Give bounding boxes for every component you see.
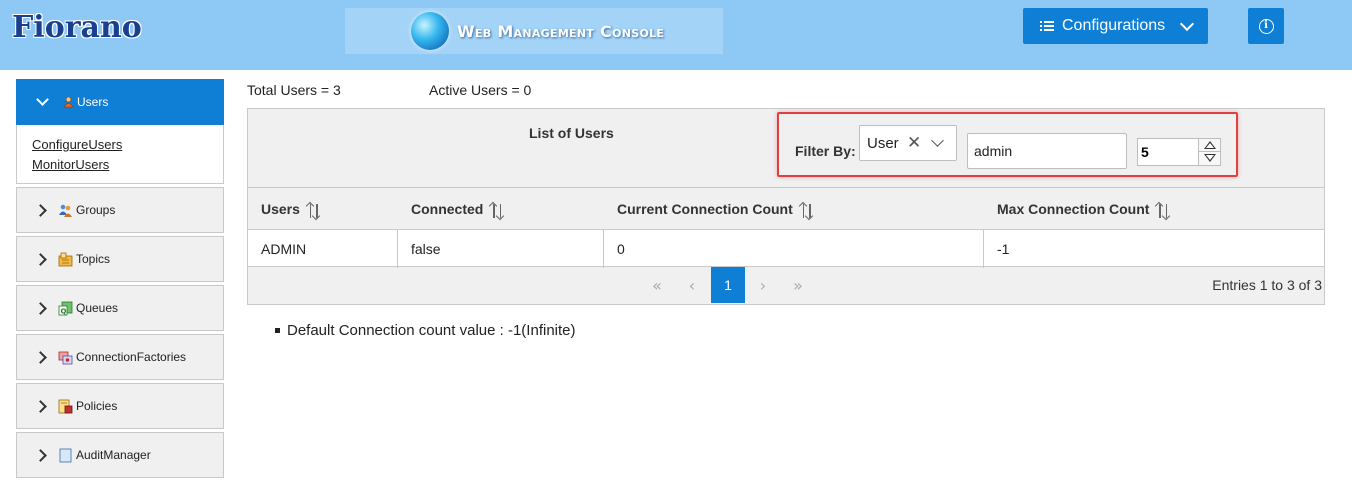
- sidebar-item-topics[interactable]: Topics: [16, 236, 224, 282]
- configurations-label: Configurations: [1062, 17, 1166, 34]
- sidebar-item-users[interactable]: Users: [16, 79, 224, 125]
- grid-toolbar: List of Users Filter By: User ✕ 5: [248, 109, 1324, 187]
- info-icon: i: [1258, 18, 1274, 34]
- column-header-label: Connected: [411, 200, 484, 217]
- queue-icon: Q: [58, 301, 73, 316]
- users-submenu: ConfigureUsers MonitorUsers: [16, 125, 224, 184]
- chevron-right-icon: [34, 399, 47, 413]
- total-users-text: Total Users = 3: [247, 82, 341, 98]
- chevron-down-icon: [36, 93, 49, 106]
- chevron-right-icon: [34, 301, 47, 315]
- console-title: Web Management Console: [457, 21, 665, 41]
- chevron-down-icon: [1179, 16, 1195, 32]
- column-header-label: Max Connection Count: [997, 200, 1150, 217]
- console-banner: Web Management Console: [345, 8, 723, 54]
- active-users-text: Active Users = 0: [429, 82, 532, 98]
- sidebar-item-label: Topics: [76, 252, 111, 266]
- list-icon: [1040, 21, 1054, 31]
- sort-icon[interactable]: [802, 200, 816, 218]
- sidebar-item-label: AuditManager: [76, 448, 151, 462]
- cell-current-connection-count: 0: [604, 230, 984, 268]
- globe-icon: [411, 12, 449, 50]
- cell-user: ADMIN: [248, 230, 398, 268]
- column-header-max-connection-count[interactable]: Max Connection Count: [984, 188, 1324, 229]
- column-header-connected[interactable]: Connected: [398, 188, 604, 229]
- sidebar-item-label: ConnectionFactories: [76, 350, 187, 364]
- sort-icon[interactable]: [309, 200, 323, 218]
- sidebar-item-label: Policies: [76, 399, 118, 413]
- stepper-arrows: [1198, 139, 1220, 165]
- increment-icon[interactable]: [1204, 141, 1216, 149]
- chevron-right-icon: [34, 203, 47, 217]
- user-icon: [63, 96, 74, 108]
- first-page-icon[interactable]: «: [640, 267, 674, 303]
- topic-icon: [58, 252, 73, 267]
- sidebar-item-label: Users: [77, 95, 109, 109]
- prev-page-icon[interactable]: ‹: [675, 267, 709, 303]
- chevron-down-icon[interactable]: [931, 134, 944, 147]
- group-icon: [58, 203, 73, 218]
- sidebar-item-groups[interactable]: Groups: [16, 187, 224, 233]
- sidebar-item-label: Groups: [76, 203, 116, 217]
- pagination: « ‹ 1 › » Entries 1 to 3 of 3: [248, 267, 1324, 304]
- filter-field-select[interactable]: User ✕: [859, 125, 957, 161]
- sort-icon[interactable]: [493, 200, 506, 218]
- fiorano-logo: Fiorano: [12, 10, 142, 45]
- filter-field-value: User: [867, 135, 899, 152]
- connection-factory-icon: [58, 350, 73, 365]
- svg-text:Q: Q: [61, 307, 67, 315]
- bullet-icon: [275, 328, 280, 333]
- grid-title: List of Users: [529, 125, 614, 141]
- info-button[interactable]: i: [1248, 8, 1284, 44]
- sidebar-item-label: Queues: [76, 301, 119, 315]
- page-size-stepper[interactable]: 5: [1137, 138, 1221, 166]
- page-size-value: 5: [1141, 144, 1149, 160]
- next-page-icon[interactable]: ›: [746, 267, 780, 303]
- sidebar: Users ConfigureUsers MonitorUsers Groups…: [16, 79, 224, 481]
- last-page-icon[interactable]: »: [781, 267, 815, 303]
- filter-search-input[interactable]: [967, 133, 1127, 169]
- column-header-label: Current Connection Count: [617, 200, 793, 217]
- sidebar-item-policies[interactable]: Policies: [16, 383, 224, 429]
- audit-icon: [58, 448, 73, 463]
- cell-max-connection-count: -1: [997, 241, 1010, 257]
- note-text: Default Connection count value : -1(Infi…: [287, 322, 576, 339]
- chevron-right-icon: [34, 252, 47, 266]
- configurations-button[interactable]: Configurations: [1023, 8, 1208, 44]
- cell-connected: false: [398, 230, 604, 268]
- column-header-users[interactable]: Users: [248, 188, 398, 229]
- table-row[interactable]: ADMIN false 0 -1: [248, 229, 1324, 268]
- chevron-right-icon: [34, 350, 47, 364]
- sort-icon[interactable]: [1159, 200, 1172, 218]
- filter-label: Filter By:: [795, 143, 856, 159]
- page-1-button[interactable]: 1: [711, 267, 745, 303]
- column-header-label: Users: [261, 200, 300, 217]
- users-grid: List of Users Filter By: User ✕ 5 Users: [247, 108, 1325, 305]
- decrement-icon[interactable]: [1204, 154, 1216, 162]
- entries-info: Entries 1 to 3 of 3: [1212, 277, 1322, 293]
- default-connection-note: Default Connection count value : -1(Infi…: [275, 322, 576, 339]
- filter-panel: Filter By: User ✕ 5: [777, 112, 1238, 177]
- chevron-right-icon: [34, 448, 47, 462]
- sidebar-item-connectionfactories[interactable]: ConnectionFactories: [16, 334, 224, 380]
- policy-icon: [58, 399, 73, 414]
- clear-icon[interactable]: ✕: [907, 133, 921, 153]
- header-bar: Fiorano Web Management Console Configura…: [0, 0, 1352, 70]
- monitor-users-link[interactable]: MonitorUsers: [32, 155, 208, 175]
- configure-users-link[interactable]: ConfigureUsers: [32, 135, 208, 155]
- column-header-current-connection-count[interactable]: Current Connection Count: [604, 188, 984, 229]
- sidebar-item-queues[interactable]: Q Queues: [16, 285, 224, 331]
- table-header: Users Connected Current Connection Count…: [248, 187, 1324, 229]
- sidebar-item-auditmanager[interactable]: AuditManager: [16, 432, 224, 478]
